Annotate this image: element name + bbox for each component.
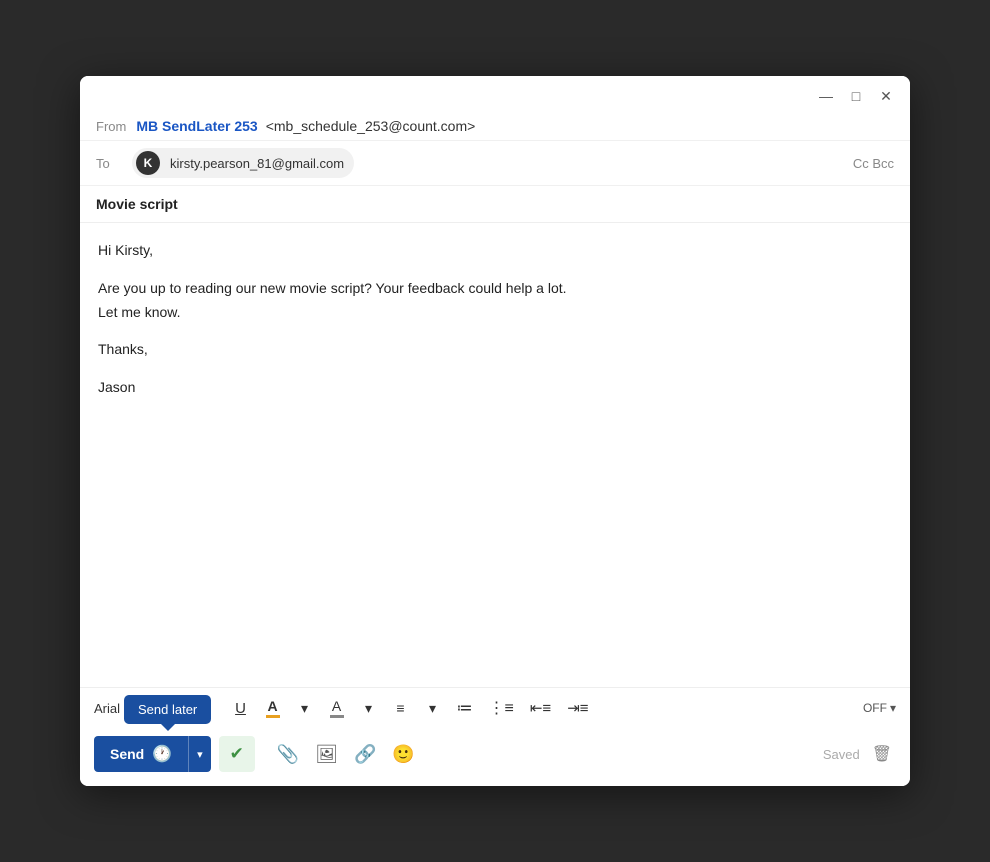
- send-later-tooltip: Send later: [124, 695, 211, 724]
- font-color-dropdown[interactable]: ▾: [291, 694, 319, 722]
- insert-link-button[interactable]: 🔗: [348, 738, 382, 770]
- send-button-group: Send later Send 🕐 ▾: [94, 736, 211, 772]
- indent-decrease-button[interactable]: ⇤≡: [524, 694, 557, 722]
- send-button[interactable]: Send 🕐: [94, 736, 188, 772]
- saved-indicator: Saved 🗑: [823, 740, 896, 768]
- from-name: MB SendLater 253: [136, 118, 257, 134]
- from-row: From MB SendLater 253 <mb_schedule_253@c…: [80, 112, 910, 141]
- from-email: <mb_schedule_253@count.com>: [266, 118, 476, 134]
- off-chevron: ▾: [890, 701, 896, 715]
- indent-increase-button[interactable]: ⇥≡: [561, 694, 594, 722]
- highlight-color-dropdown[interactable]: ▾: [355, 694, 383, 722]
- body-content: Are you up to reading our new movie scri…: [98, 277, 892, 325]
- align-button[interactable]: ≡: [387, 694, 415, 722]
- paperclip-icon: 📎: [277, 744, 299, 765]
- check-icon: ✔: [230, 744, 244, 764]
- body-signature: Jason: [98, 376, 892, 400]
- clock-icon: 🕐: [152, 744, 172, 764]
- compose-window: — □ ✕ From MB SendLater 253 <mb_schedule…: [80, 76, 910, 786]
- avatar: K: [136, 151, 160, 175]
- recipient-chip[interactable]: K kirsty.pearson_81@gmail.com: [132, 148, 354, 178]
- body-greeting: Hi Kirsty,: [98, 239, 892, 263]
- to-row: To K kirsty.pearson_81@gmail.com Cc Bcc: [80, 141, 910, 186]
- send-later-chevron: ▾: [197, 748, 203, 761]
- delete-draft-button[interactable]: 🗑: [868, 740, 896, 768]
- image-icon: 🖼: [315, 744, 338, 765]
- underline-button[interactable]: U: [227, 694, 255, 722]
- subject-text: Movie script: [96, 196, 178, 212]
- attachment-toolbar: 📎 🖼 🔗 🙂: [271, 738, 421, 770]
- link-icon: 🔗: [354, 744, 376, 765]
- off-toggle[interactable]: OFF ▾: [863, 701, 896, 715]
- body-closing: Thanks,: [98, 338, 892, 362]
- highlight-color-indicator: [330, 715, 344, 718]
- saved-text: Saved: [823, 747, 860, 762]
- attach-file-button[interactable]: 📎: [271, 738, 305, 770]
- highlight-color-button[interactable]: A: [323, 694, 351, 722]
- insert-emoji-button[interactable]: 🙂: [386, 738, 420, 770]
- check-button[interactable]: ✔: [219, 736, 255, 772]
- emoji-icon: 🙂: [392, 744, 414, 765]
- close-button[interactable]: ✕: [876, 86, 896, 106]
- email-body[interactable]: Hi Kirsty, Are you up to reading our new…: [80, 223, 910, 687]
- recipient-email: kirsty.pearson_81@gmail.com: [170, 156, 344, 171]
- font-color-indicator: [266, 715, 280, 718]
- align-dropdown[interactable]: ▾: [419, 694, 447, 722]
- to-label: To: [96, 156, 126, 171]
- insert-image-button[interactable]: 🖼: [309, 738, 344, 770]
- window-controls: — □ ✕: [816, 86, 896, 106]
- unordered-list-button[interactable]: ⋮≡: [483, 694, 520, 722]
- font-family-selector[interactable]: Arial: [94, 701, 120, 716]
- ordered-list-button[interactable]: ≔: [451, 694, 479, 722]
- send-toolbar: Send later Send 🕐 ▾ ✔ 📎 🖼 🔗: [80, 728, 910, 786]
- minimize-button[interactable]: —: [816, 86, 836, 106]
- font-color-button[interactable]: A: [259, 694, 287, 722]
- cc-bcc-button[interactable]: Cc Bcc: [853, 156, 894, 171]
- send-later-button[interactable]: ▾: [188, 736, 211, 772]
- title-bar: — □ ✕: [80, 76, 910, 112]
- maximize-button[interactable]: □: [846, 86, 866, 106]
- trash-icon: 🗑: [872, 744, 892, 764]
- subject-row: Movie script: [80, 186, 910, 223]
- from-label: From: [96, 119, 126, 134]
